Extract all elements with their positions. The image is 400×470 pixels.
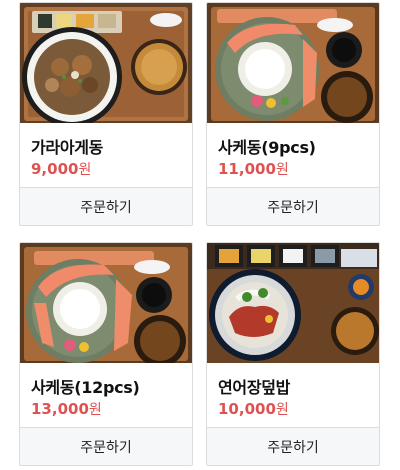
menu-item-name: 사케동(9pcs) [218, 138, 316, 157]
menu-card-karaage-don[interactable]: 가라아게동 9,000원 주문하기 [19, 2, 193, 226]
menu-card-sake-don-12pcs[interactable]: 사케동(12pcs) 13,000원 주문하기 [19, 242, 193, 466]
order-button[interactable]: 주문하기 [207, 187, 379, 225]
menu-item-price: 13,000원 [31, 400, 102, 418]
order-button[interactable]: 주문하기 [207, 427, 379, 465]
karaage-don-photo[interactable] [20, 3, 192, 123]
menu-item-price: 10,000원 [218, 400, 289, 418]
order-button[interactable]: 주문하기 [20, 427, 192, 465]
menu-item-price: 11,000원 [218, 160, 289, 178]
sake-don-photo[interactable] [20, 243, 192, 363]
order-button[interactable]: 주문하기 [20, 187, 192, 225]
menu-item-price: 9,000원 [31, 160, 92, 178]
menu-card-salmon-jang-bowl[interactable]: 연어장덮밥 10,000원 주문하기 [206, 242, 380, 466]
menu-item-name: 가라아게동 [31, 138, 104, 157]
sake-don-photo[interactable] [207, 3, 379, 123]
menu-card-sake-don-9pcs[interactable]: 사케동(9pcs) 11,000원 주문하기 [206, 2, 380, 226]
menu-grid: 가라아게동 9,000원 주문하기 사케동(9pcs) 11,000원 주문하기… [0, 0, 400, 470]
salmon-jang-bowl-photo[interactable] [207, 243, 379, 363]
menu-item-name: 사케동(12pcs) [31, 378, 140, 397]
menu-item-name: 연어장덮밥 [218, 378, 291, 397]
